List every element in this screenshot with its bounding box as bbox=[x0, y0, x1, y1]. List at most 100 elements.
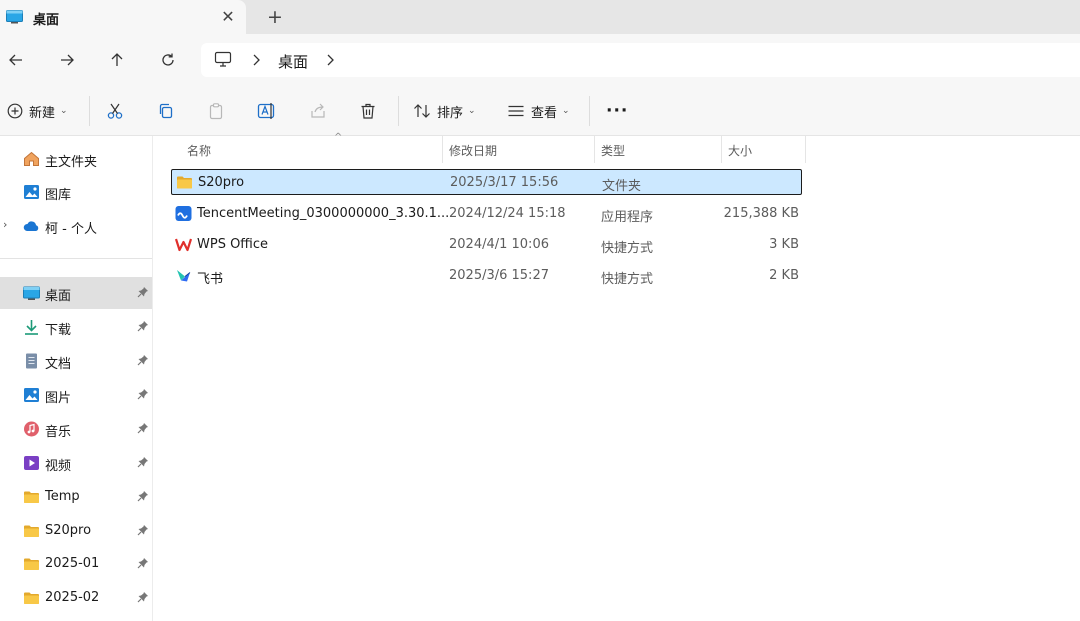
new-label: 新建 bbox=[29, 105, 56, 121]
file-list: ^ 名称 修改日期 类型 大小 S20pro 2025/3/17 15:56 文… bbox=[154, 132, 1080, 621]
column-header-type[interactable]: 类型 bbox=[595, 136, 721, 163]
chevron-right-icon[interactable] bbox=[325, 53, 335, 67]
share-button[interactable] bbox=[309, 99, 327, 123]
sidebar-item-desktop[interactable]: 桌面 bbox=[0, 277, 152, 309]
copy-button[interactable] bbox=[157, 99, 175, 123]
view-label: 查看 bbox=[531, 105, 558, 121]
sidebar-item-label: 图库 bbox=[45, 188, 72, 203]
up-button[interactable] bbox=[105, 48, 129, 72]
pictures-icon bbox=[24, 388, 39, 402]
file-name: S20pro bbox=[198, 175, 245, 190]
file-name: 飞书 bbox=[197, 272, 224, 287]
rename-icon bbox=[257, 103, 275, 119]
chevron-right-icon[interactable] bbox=[251, 53, 261, 67]
tencent-meeting-icon bbox=[175, 206, 192, 221]
sidebar-item-onedrive[interactable]: › 柯 - 个人 bbox=[0, 210, 152, 242]
pin-icon[interactable] bbox=[137, 354, 149, 366]
sidebar-item-pictures[interactable]: 图片 bbox=[0, 379, 152, 411]
chevron-down-icon: ⌄ bbox=[562, 106, 570, 116]
sidebar-item-gallery[interactable]: 图库 bbox=[0, 176, 152, 208]
sidebar-item-label: 文档 bbox=[45, 357, 72, 372]
back-button[interactable] bbox=[4, 48, 28, 72]
sidebar-item-label: 主文件夹 bbox=[45, 155, 98, 170]
sidebar-item-documents[interactable]: 文档 bbox=[0, 345, 152, 377]
folder-icon bbox=[177, 176, 192, 189]
sidebar-item-label: 2025-02 bbox=[45, 590, 100, 605]
divider bbox=[89, 96, 90, 126]
desktop-icon bbox=[6, 10, 23, 24]
file-row[interactable]: S20pro 2025/3/17 15:56 文件夹 bbox=[171, 169, 802, 195]
column-divider[interactable] bbox=[805, 136, 806, 163]
sidebar-item-music[interactable]: 音乐 bbox=[0, 413, 152, 445]
pin-icon[interactable] bbox=[137, 456, 149, 468]
command-bar: 新建 ⌄ 排序 ⌄ 查看 ⌄ ··· bbox=[0, 86, 1080, 136]
sidebar-item-label: 视频 bbox=[45, 459, 72, 474]
file-date: 2024/12/24 15:18 bbox=[449, 206, 566, 221]
pin-icon[interactable] bbox=[137, 557, 149, 569]
pin-icon[interactable] bbox=[137, 524, 149, 536]
breadcrumb-desktop[interactable]: 桌面 bbox=[278, 51, 308, 72]
pin-icon[interactable] bbox=[137, 286, 149, 298]
sort-ascending-icon: ^ bbox=[334, 132, 343, 143]
address-bar[interactable]: 桌面 bbox=[201, 43, 1080, 77]
tab-desktop[interactable]: 桌面 ✕ bbox=[0, 0, 246, 34]
new-button[interactable]: 新建 ⌄ bbox=[7, 99, 68, 123]
sidebar-item-2025-01[interactable]: 2025-01 bbox=[0, 548, 152, 580]
sidebar-item-downloads[interactable]: 下载 bbox=[0, 311, 152, 343]
file-date: 2024/4/1 10:06 bbox=[449, 237, 549, 252]
onedrive-icon bbox=[23, 221, 39, 231]
file-row[interactable]: TencentMeeting_0300000000_3.30.1... 2024… bbox=[171, 201, 802, 227]
paste-button[interactable] bbox=[207, 99, 225, 123]
cut-button[interactable] bbox=[106, 99, 124, 123]
column-header-name[interactable]: ^ 名称 bbox=[181, 132, 442, 163]
column-header-date[interactable]: 修改日期 bbox=[443, 136, 594, 163]
forward-button[interactable] bbox=[55, 48, 79, 72]
pin-icon[interactable] bbox=[137, 388, 149, 400]
trash-icon bbox=[361, 103, 375, 119]
sidebar-item-videos[interactable]: 视频 bbox=[0, 447, 152, 479]
pin-icon[interactable] bbox=[137, 320, 149, 332]
download-icon bbox=[25, 320, 38, 335]
chevron-down-icon: ⌄ bbox=[60, 106, 68, 116]
rename-button[interactable] bbox=[257, 99, 277, 123]
sort-button[interactable]: 排序 ⌄ bbox=[413, 99, 476, 123]
navigation-pane: 主文件夹 图库 › 柯 - 个人 桌面 下载 文档 图片 音乐 视频 Temp … bbox=[0, 136, 153, 621]
sidebar-item-label: 下载 bbox=[45, 323, 72, 338]
close-icon[interactable]: ✕ bbox=[218, 7, 238, 27]
pin-icon[interactable] bbox=[137, 591, 149, 603]
sidebar-item-label: Temp bbox=[45, 489, 80, 504]
sidebar-item-home[interactable]: 主文件夹 bbox=[0, 143, 152, 175]
navigation-bar: 桌面 bbox=[0, 34, 1080, 86]
column-header-size[interactable]: 大小 bbox=[722, 136, 805, 163]
more-button[interactable]: ··· bbox=[606, 99, 628, 123]
view-button[interactable]: 查看 ⌄ bbox=[507, 99, 570, 123]
desktop-icon bbox=[23, 286, 40, 300]
sort-label: 排序 bbox=[437, 105, 464, 121]
more-icon: ··· bbox=[606, 101, 629, 121]
chevron-down-icon: ⌄ bbox=[468, 106, 476, 116]
folder-icon bbox=[24, 558, 39, 570]
refresh-button[interactable] bbox=[156, 48, 180, 72]
sidebar-item-label: 音乐 bbox=[45, 425, 72, 440]
sidebar-item-2025-02[interactable]: 2025-02 bbox=[0, 582, 152, 614]
sidebar-item-label: 图片 bbox=[45, 391, 72, 406]
pin-icon[interactable] bbox=[137, 490, 149, 502]
chevron-right-icon[interactable]: › bbox=[3, 218, 7, 231]
new-tab-button[interactable]: + bbox=[264, 6, 286, 28]
file-size: 3 KB bbox=[769, 237, 799, 252]
folder-icon bbox=[24, 592, 39, 604]
divider bbox=[0, 258, 152, 259]
sidebar-item-s20pro[interactable]: S20pro bbox=[0, 515, 152, 547]
pin-icon[interactable] bbox=[137, 422, 149, 434]
copy-icon bbox=[159, 103, 173, 119]
file-row[interactable]: 飞书 2025/3/6 15:27 快捷方式 2 KB bbox=[171, 263, 802, 289]
sidebar-item-temp[interactable]: Temp bbox=[0, 481, 152, 513]
clipboard-icon bbox=[209, 103, 223, 120]
tab-title: 桌面 bbox=[33, 13, 60, 28]
home-icon bbox=[24, 151, 39, 166]
this-pc-icon[interactable] bbox=[214, 51, 232, 68]
delete-button[interactable] bbox=[359, 99, 377, 123]
file-type: 快捷方式 bbox=[601, 241, 654, 256]
file-row[interactable]: WPS Office 2024/4/1 10:06 快捷方式 3 KB bbox=[171, 232, 802, 258]
sidebar-item-label: 桌面 bbox=[45, 289, 72, 304]
